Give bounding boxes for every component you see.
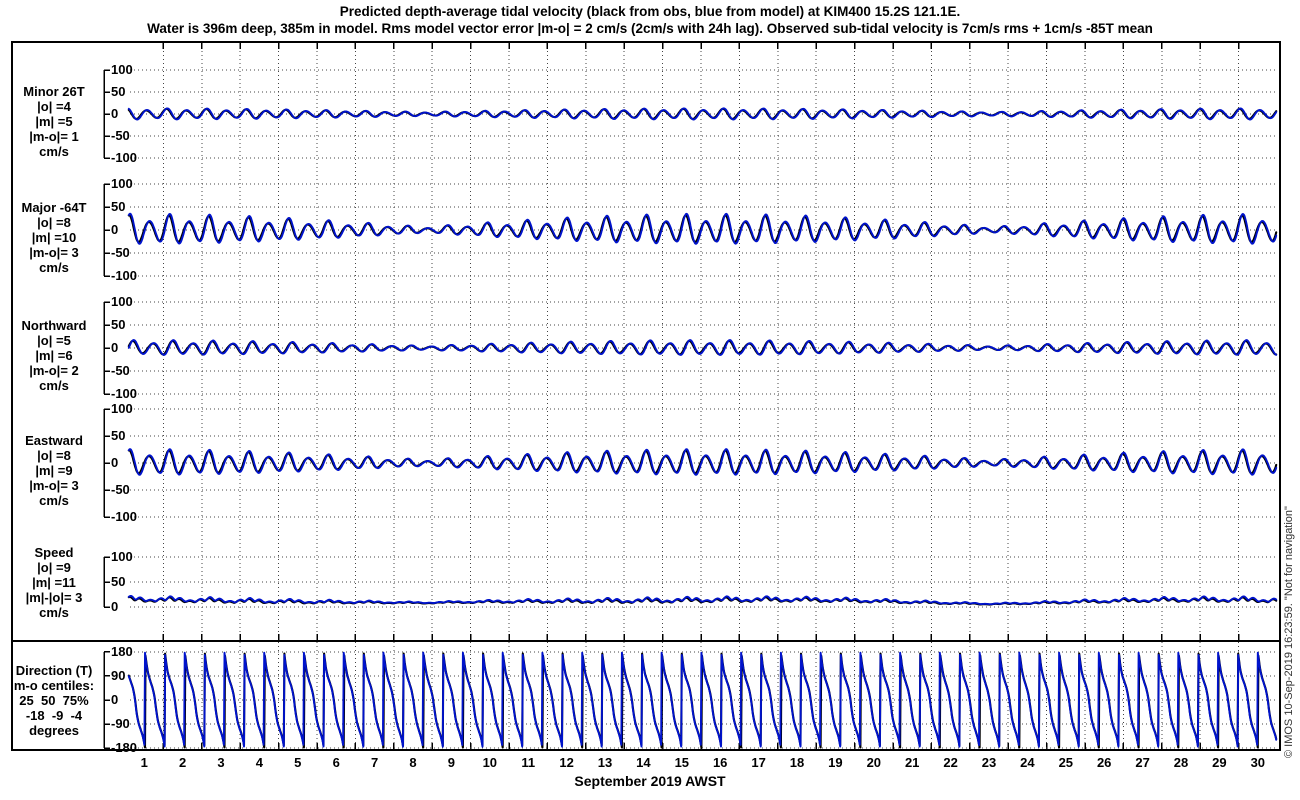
x-tick-label: 24 [1020, 755, 1035, 770]
y-tick-label: 50 [111, 84, 126, 99]
x-tick-label: 6 [332, 755, 340, 770]
y-tick-label: 100 [111, 401, 133, 416]
y-tick-label: 0 [111, 106, 119, 121]
y-tick-label: 50 [111, 199, 126, 214]
y-tick-label: -50 [111, 482, 130, 497]
y-tick-label: 0 [111, 222, 119, 237]
panel-label-line: cm/s [39, 605, 69, 620]
y-tick-label: 50 [111, 317, 126, 332]
panel-label-line: Direction (T) [15, 663, 93, 678]
y-tick-label: -100 [111, 150, 138, 165]
panel-label-line: Northward [21, 318, 87, 333]
panel-label-northward: Northward |o| =5 |m| =6 |m-o|= 2 cm/s [6, 318, 102, 393]
copyright-watermark: © IMOS 10-Sep-2019 16:23:59. "Not for na… [1283, 506, 1295, 758]
panel-label-line: |m| =6 [35, 348, 73, 363]
panel-label-line: Speed [34, 545, 74, 560]
panel-label-line: 25 50 75% [19, 693, 89, 708]
panel-label-eastward: Eastward |o| =8 |m| =9 |m-o|= 3 cm/s [6, 433, 102, 508]
panel-label-line: cm/s [39, 493, 69, 508]
x-tick-label: 11 [521, 755, 536, 770]
y-tick-label: 100 [111, 62, 133, 77]
y-tick-label: 50 [111, 574, 126, 589]
y-tick-label: -50 [111, 363, 130, 378]
panel-label-line: |m-o|= 3 [29, 478, 79, 493]
y-tick-label: 90 [111, 667, 126, 683]
y-tick-label: -100 [111, 268, 138, 283]
panel-label-line: |m| =9 [35, 463, 73, 478]
x-tick-label: 23 [981, 755, 997, 770]
y-tick-label: 100 [111, 176, 133, 191]
x-tick-label: 22 [943, 755, 958, 770]
panel-label-line: |o| =4 [37, 99, 71, 114]
y-tick-label: -50 [111, 128, 130, 143]
x-tick-label: 8 [409, 755, 417, 770]
panel-label-line: |o| =5 [37, 333, 71, 348]
panel-label-line: |o| =8 [37, 448, 71, 463]
x-tick-label: 26 [1096, 755, 1112, 770]
x-tick-label: 27 [1135, 755, 1150, 770]
y-tick-label: -100 [111, 386, 138, 401]
panel-label-direction: Direction (T) m-o centiles: 25 50 75% -18 -… [6, 663, 102, 738]
plot-area [11, 41, 1281, 751]
y-tick-label: -100 [111, 509, 138, 524]
y-tick-label: 0 [111, 340, 119, 355]
x-tick-label: 21 [904, 755, 920, 770]
x-tick-label: 30 [1250, 755, 1266, 770]
panel-label-line: m-o centiles: [13, 678, 95, 693]
x-tick-label: 20 [866, 755, 882, 770]
y-tick-label: 50 [111, 428, 126, 443]
x-tick-label: 25 [1058, 755, 1074, 770]
panel-label-line: |m|-|o|= 3 [25, 590, 83, 605]
x-tick-label: 19 [828, 755, 843, 770]
x-tick-label: 18 [789, 755, 805, 770]
x-tick-label: 15 [674, 755, 690, 770]
panel-label-line: |o| =8 [37, 215, 71, 230]
panel-label-line: |m-o|= 3 [29, 245, 79, 260]
y-tick-label: 100 [111, 549, 133, 564]
panel-label-line: cm/s [39, 260, 69, 275]
x-tick-label: 9 [447, 755, 455, 770]
x-tick-label: 12 [559, 755, 574, 770]
x-tick-label: 29 [1212, 755, 1227, 770]
panel-label-speed: Speed |o| =9 |m| =11 |m|-|o|= 3 cm/s [6, 545, 102, 620]
panel-label-major: Major -64T |o| =8 |m| =10 |m-o|= 3 cm/s [6, 200, 102, 275]
x-tick-label: 7 [370, 755, 379, 770]
x-tick-label: 5 [294, 755, 302, 770]
x-tick-label: 4 [255, 755, 263, 770]
y-tick-label: 0 [111, 692, 119, 707]
panel-label-minor: Minor 26T |o| =4 |m| =5 |m-o|= 1 cm/s [6, 84, 102, 159]
x-axis-title: September 2019 AWST [574, 773, 726, 789]
x-tick-label: 2 [178, 755, 187, 770]
panel-label-line: -18 -9 -4 [25, 708, 83, 723]
y-tick-label: -180 [111, 740, 138, 755]
panel-label-line: degrees [29, 723, 79, 738]
x-tick-label: 3 [217, 755, 225, 770]
panel-label-line: Minor 26T [23, 84, 85, 99]
panel-label-line: |o| =9 [37, 560, 71, 575]
panel-label-line: Major -64T [21, 200, 87, 215]
panel-label-line: |m-o|= 1 [29, 129, 79, 144]
panel-label-line: |m-o|= 2 [29, 363, 79, 378]
x-tick-label: 1 [140, 755, 148, 770]
panel-label-line: |m| =10 [31, 230, 77, 245]
x-tick-label: 17 [751, 755, 766, 770]
panel-label-line: Eastward [25, 433, 83, 448]
y-tick-label: 180 [111, 643, 133, 659]
x-tick-label: 13 [597, 755, 613, 770]
y-tick-label: 0 [111, 599, 119, 614]
y-tick-label: -90 [111, 716, 130, 731]
x-tick-label: 10 [482, 755, 498, 770]
y-tick-label: -50 [111, 245, 130, 260]
panel-label-line: |m| =11 [32, 575, 76, 590]
panel-label-line: cm/s [39, 144, 69, 159]
y-tick-label: 100 [111, 294, 133, 309]
panel-label-line: cm/s [39, 378, 69, 393]
y-tick-label: 0 [111, 455, 119, 470]
panel-label-line: |m| =5 [35, 114, 73, 129]
tidal-velocity-figure: Predicted depth-average tidal velocity (… [0, 0, 1300, 800]
x-tick-label: 16 [712, 755, 728, 770]
x-tick-label: 28 [1173, 755, 1189, 770]
x-tick-label: 14 [636, 755, 651, 770]
